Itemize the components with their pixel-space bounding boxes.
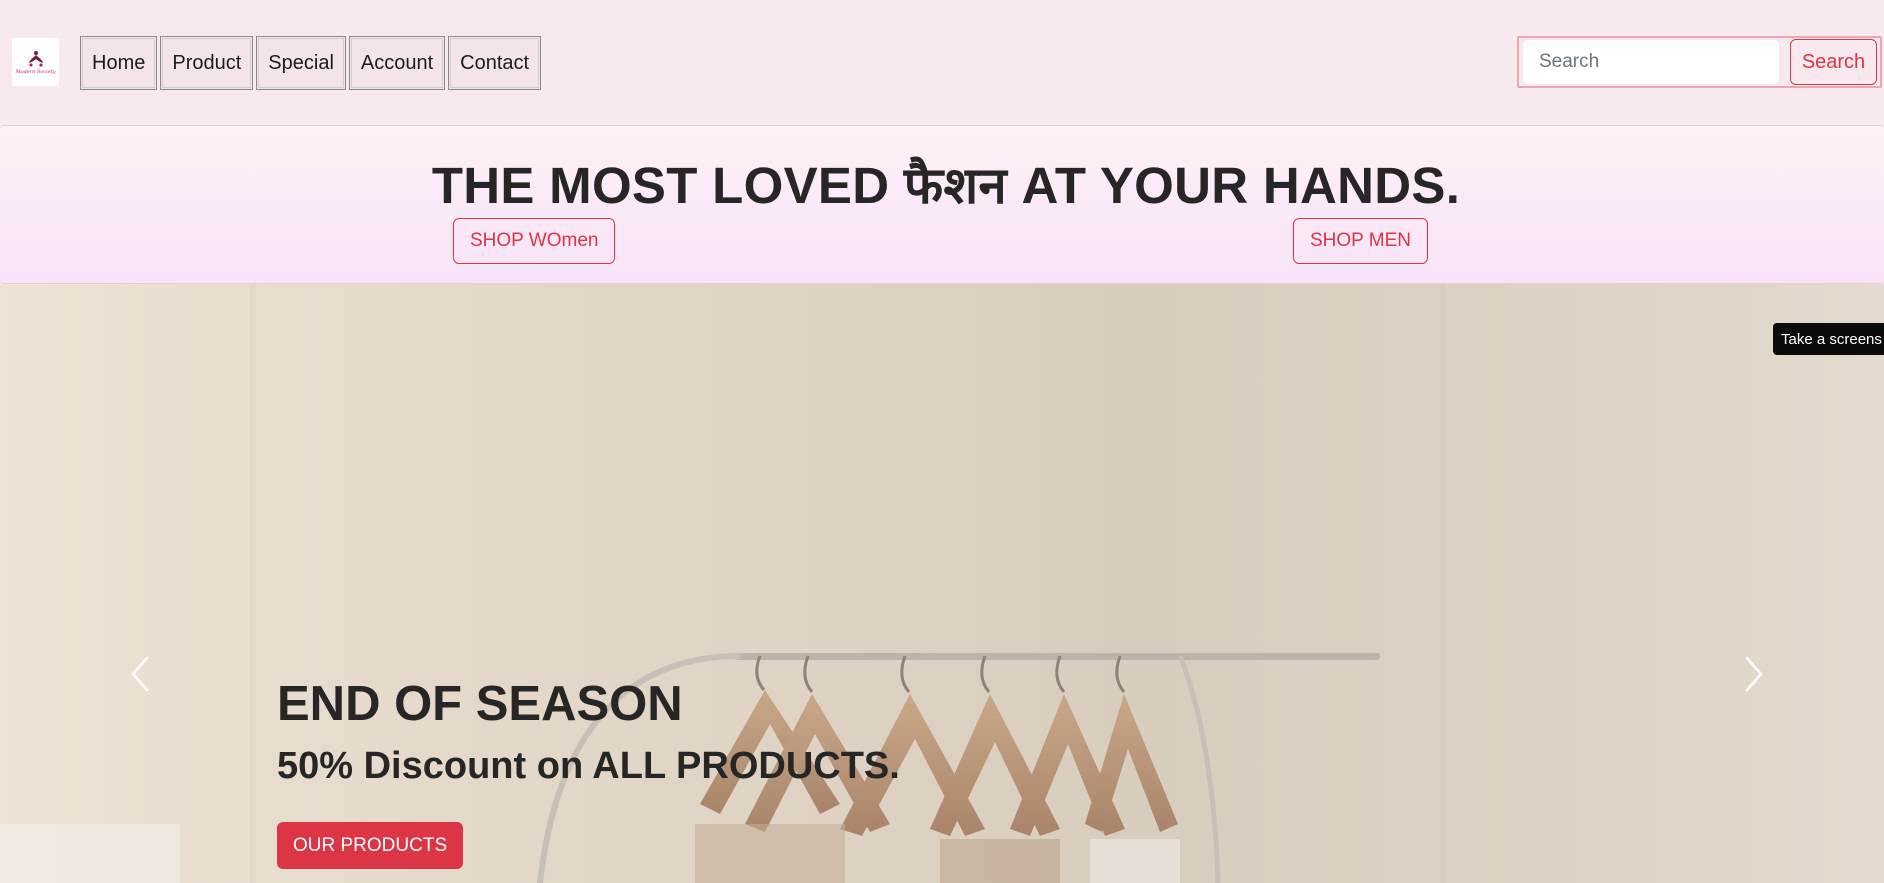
nav-link-special[interactable]: Special xyxy=(256,36,346,90)
logo-emblem-icon xyxy=(28,50,43,67)
carousel-next-button[interactable] xyxy=(1734,654,1774,694)
promo-banner: THE MOST LOVED फैशन AT YOUR HANDS. SHOP … xyxy=(0,125,1884,284)
chevron-left-icon xyxy=(131,656,149,692)
hero-carousel: END OF SEASON 50% Discount on ALL PRODUC… xyxy=(0,284,1884,883)
banner-headline: THE MOST LOVED फैशन AT YOUR HANDS. xyxy=(431,157,1461,214)
search-input[interactable] xyxy=(1522,39,1780,85)
search-form: Search xyxy=(1517,36,1882,88)
screenshot-tooltip: Take a screens xyxy=(1773,323,1884,355)
nav-link-home[interactable]: Home xyxy=(80,36,158,90)
shop-women-button[interactable]: SHOP WOmen xyxy=(453,218,616,264)
top-navbar: Modern Society Home Product Special Acco… xyxy=(0,0,1884,125)
chevron-right-icon xyxy=(1745,656,1763,692)
nav-link-product[interactable]: Product xyxy=(160,36,254,90)
search-button[interactable]: Search xyxy=(1790,39,1877,85)
logo-text: Modern Society xyxy=(15,68,56,75)
shop-men-button[interactable]: SHOP MEN xyxy=(1293,218,1429,264)
nav-menu: Home Product Special Account Contact xyxy=(80,36,542,90)
nav-link-contact[interactable]: Contact xyxy=(448,36,542,90)
carousel-caption: END OF SEASON 50% Discount on ALL PRODUC… xyxy=(277,674,900,869)
brand-logo[interactable]: Modern Society xyxy=(12,38,59,86)
our-products-button[interactable]: OUR PRODUCTS xyxy=(277,822,464,869)
nav-link-account[interactable]: Account xyxy=(348,36,446,90)
hero-title: END OF SEASON xyxy=(277,677,683,731)
carousel-prev-button[interactable] xyxy=(120,654,160,694)
hero-subtitle: 50% Discount on ALL PRODUCTS. xyxy=(277,745,900,787)
